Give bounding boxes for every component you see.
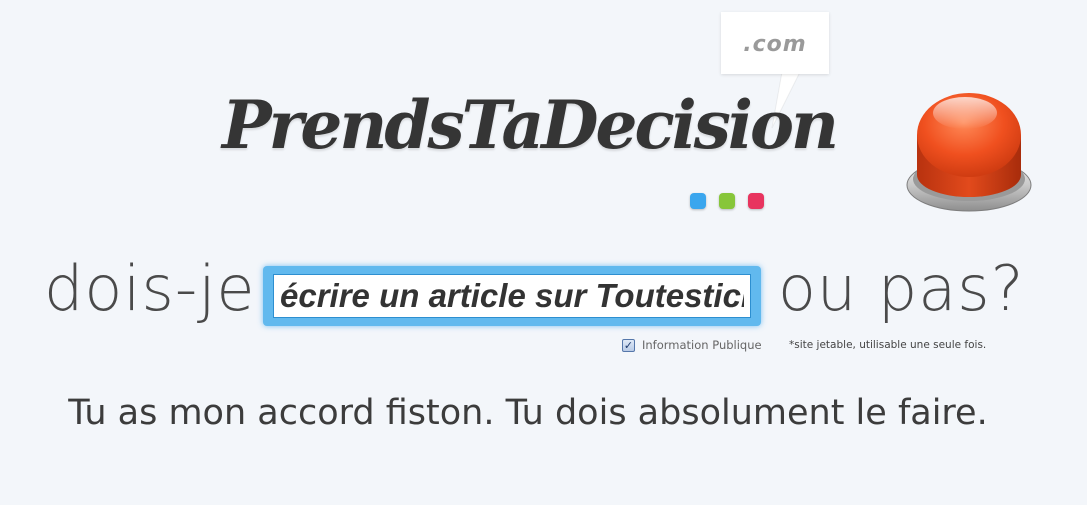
question-suffix: ou pas?: [778, 252, 1025, 325]
disposable-site-note: *site jetable, utilisable une seule fois…: [789, 339, 987, 351]
dotcom-label: .com: [743, 32, 807, 57]
public-info-checkbox[interactable]: ✓: [622, 338, 635, 352]
public-info-label: Information Publique: [642, 338, 762, 352]
green-dot: [719, 193, 735, 209]
question-prefix: dois-je: [44, 252, 256, 325]
color-dots: [690, 193, 764, 209]
site-logo[interactable]: PrendsTaDecision: [222, 92, 839, 158]
blue-dot: [690, 193, 706, 209]
public-info-option[interactable]: ✓ Information Publique: [622, 338, 762, 352]
dotcom-bubble: .com: [721, 12, 829, 74]
decision-button[interactable]: [905, 85, 1033, 215]
question-input-frame: [263, 266, 761, 326]
pink-dot: [748, 193, 764, 209]
decision-answer: Tu as mon accord fiston. Tu dois absolum…: [68, 393, 988, 433]
question-input[interactable]: [273, 274, 751, 318]
